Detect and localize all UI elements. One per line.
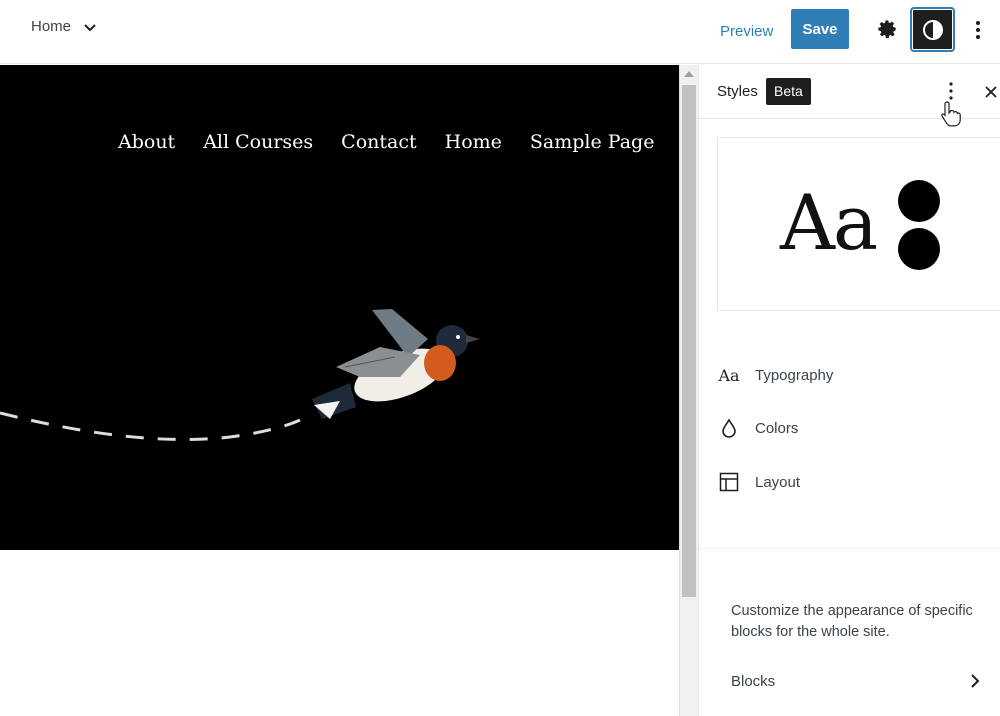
site-navigation: About All Courses Contact Home Sample Pa…: [118, 131, 654, 153]
blocks-label: Blocks: [731, 672, 776, 690]
bird-beak: [466, 335, 480, 343]
flight-path-line: [0, 411, 301, 441]
typography-icon: Aa: [718, 365, 740, 385]
nav-item-about[interactable]: About: [118, 131, 175, 153]
hero-bird-image: [0, 309, 480, 441]
preview-button[interactable]: Preview: [712, 18, 781, 46]
more-options-icon[interactable]: [968, 17, 988, 43]
menu-item-typography[interactable]: Aa Typography: [717, 355, 987, 395]
menu-item-colors[interactable]: Colors: [717, 408, 987, 448]
sidebar-header: Styles Beta: [699, 65, 1000, 127]
close-icon[interactable]: [983, 82, 999, 102]
style-preview-card[interactable]: Aa: [717, 137, 1000, 311]
menu-item-layout[interactable]: Layout: [717, 462, 987, 502]
nav-item-contact[interactable]: Contact: [341, 131, 416, 153]
preview-typography-sample: Aa: [780, 178, 878, 267]
pointer-cursor-icon: [941, 101, 961, 127]
nav-item-all-courses[interactable]: All Courses: [203, 131, 313, 153]
chevron-down-icon: [84, 23, 96, 31]
scroll-up-arrow[interactable]: [684, 71, 694, 77]
menu-item-label: Layout: [755, 473, 801, 491]
droplet-icon: [717, 416, 741, 440]
section-divider: [699, 548, 1000, 549]
styles-toggle-button[interactable]: [910, 7, 955, 52]
menu-item-label: Colors: [755, 419, 799, 437]
hero-section[interactable]: About All Courses Contact Home Sample Pa…: [0, 65, 679, 550]
contrast-icon: [922, 19, 943, 40]
styles-sidebar: Styles Beta Aa Aa Typography Colors Layo…: [698, 65, 1000, 716]
layout-icon: [717, 470, 741, 494]
scroll-thumb[interactable]: [682, 85, 696, 597]
gear-icon[interactable]: [874, 16, 900, 42]
editor-canvas[interactable]: About All Courses Contact Home Sample Pa…: [0, 65, 679, 716]
menu-item-label: Typography: [755, 366, 834, 384]
blocks-navigation-item[interactable]: Blocks: [731, 667, 981, 695]
preview-color-swatch-1: [898, 180, 940, 222]
nav-item-sample-page[interactable]: Sample Page: [530, 131, 655, 153]
bird-breast: [424, 345, 456, 381]
editor-header: Home Preview Save: [0, 0, 1000, 64]
blocks-description: Customize the appearance of specific blo…: [731, 603, 973, 640]
beta-badge: Beta: [766, 78, 811, 105]
document-title: Home: [31, 18, 72, 35]
document-title-dropdown[interactable]: Home: [31, 18, 97, 35]
chevron-right-icon: [971, 674, 980, 688]
preview-color-swatch-2: [898, 228, 940, 270]
canvas-scrollbar[interactable]: [679, 65, 698, 716]
sidebar-title: Styles: [717, 83, 758, 100]
bird-tail: [312, 383, 356, 419]
save-button[interactable]: Save: [791, 9, 849, 49]
nav-item-home[interactable]: Home: [445, 131, 502, 153]
